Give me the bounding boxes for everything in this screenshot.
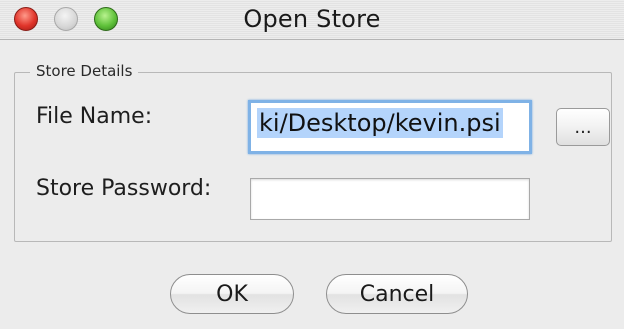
file-name-value: ki/Desktop/kevin.psi <box>257 108 503 138</box>
store-password-field[interactable] <box>250 178 530 220</box>
window-title: Open Store <box>243 5 381 33</box>
group-legend: Store Details <box>30 62 139 80</box>
open-store-dialog: Open Store Store Details File Name: ki/D… <box>0 0 624 329</box>
file-name-label: File Name: <box>36 104 153 129</box>
ok-button[interactable]: OK <box>170 274 294 314</box>
title-bar[interactable]: Open Store <box>0 0 624 40</box>
cancel-button[interactable]: Cancel <box>326 274 468 314</box>
store-password-label: Store Password: <box>36 176 212 201</box>
browse-button[interactable]: ... <box>556 108 610 146</box>
file-name-field[interactable]: ki/Desktop/kevin.psi <box>248 100 532 154</box>
